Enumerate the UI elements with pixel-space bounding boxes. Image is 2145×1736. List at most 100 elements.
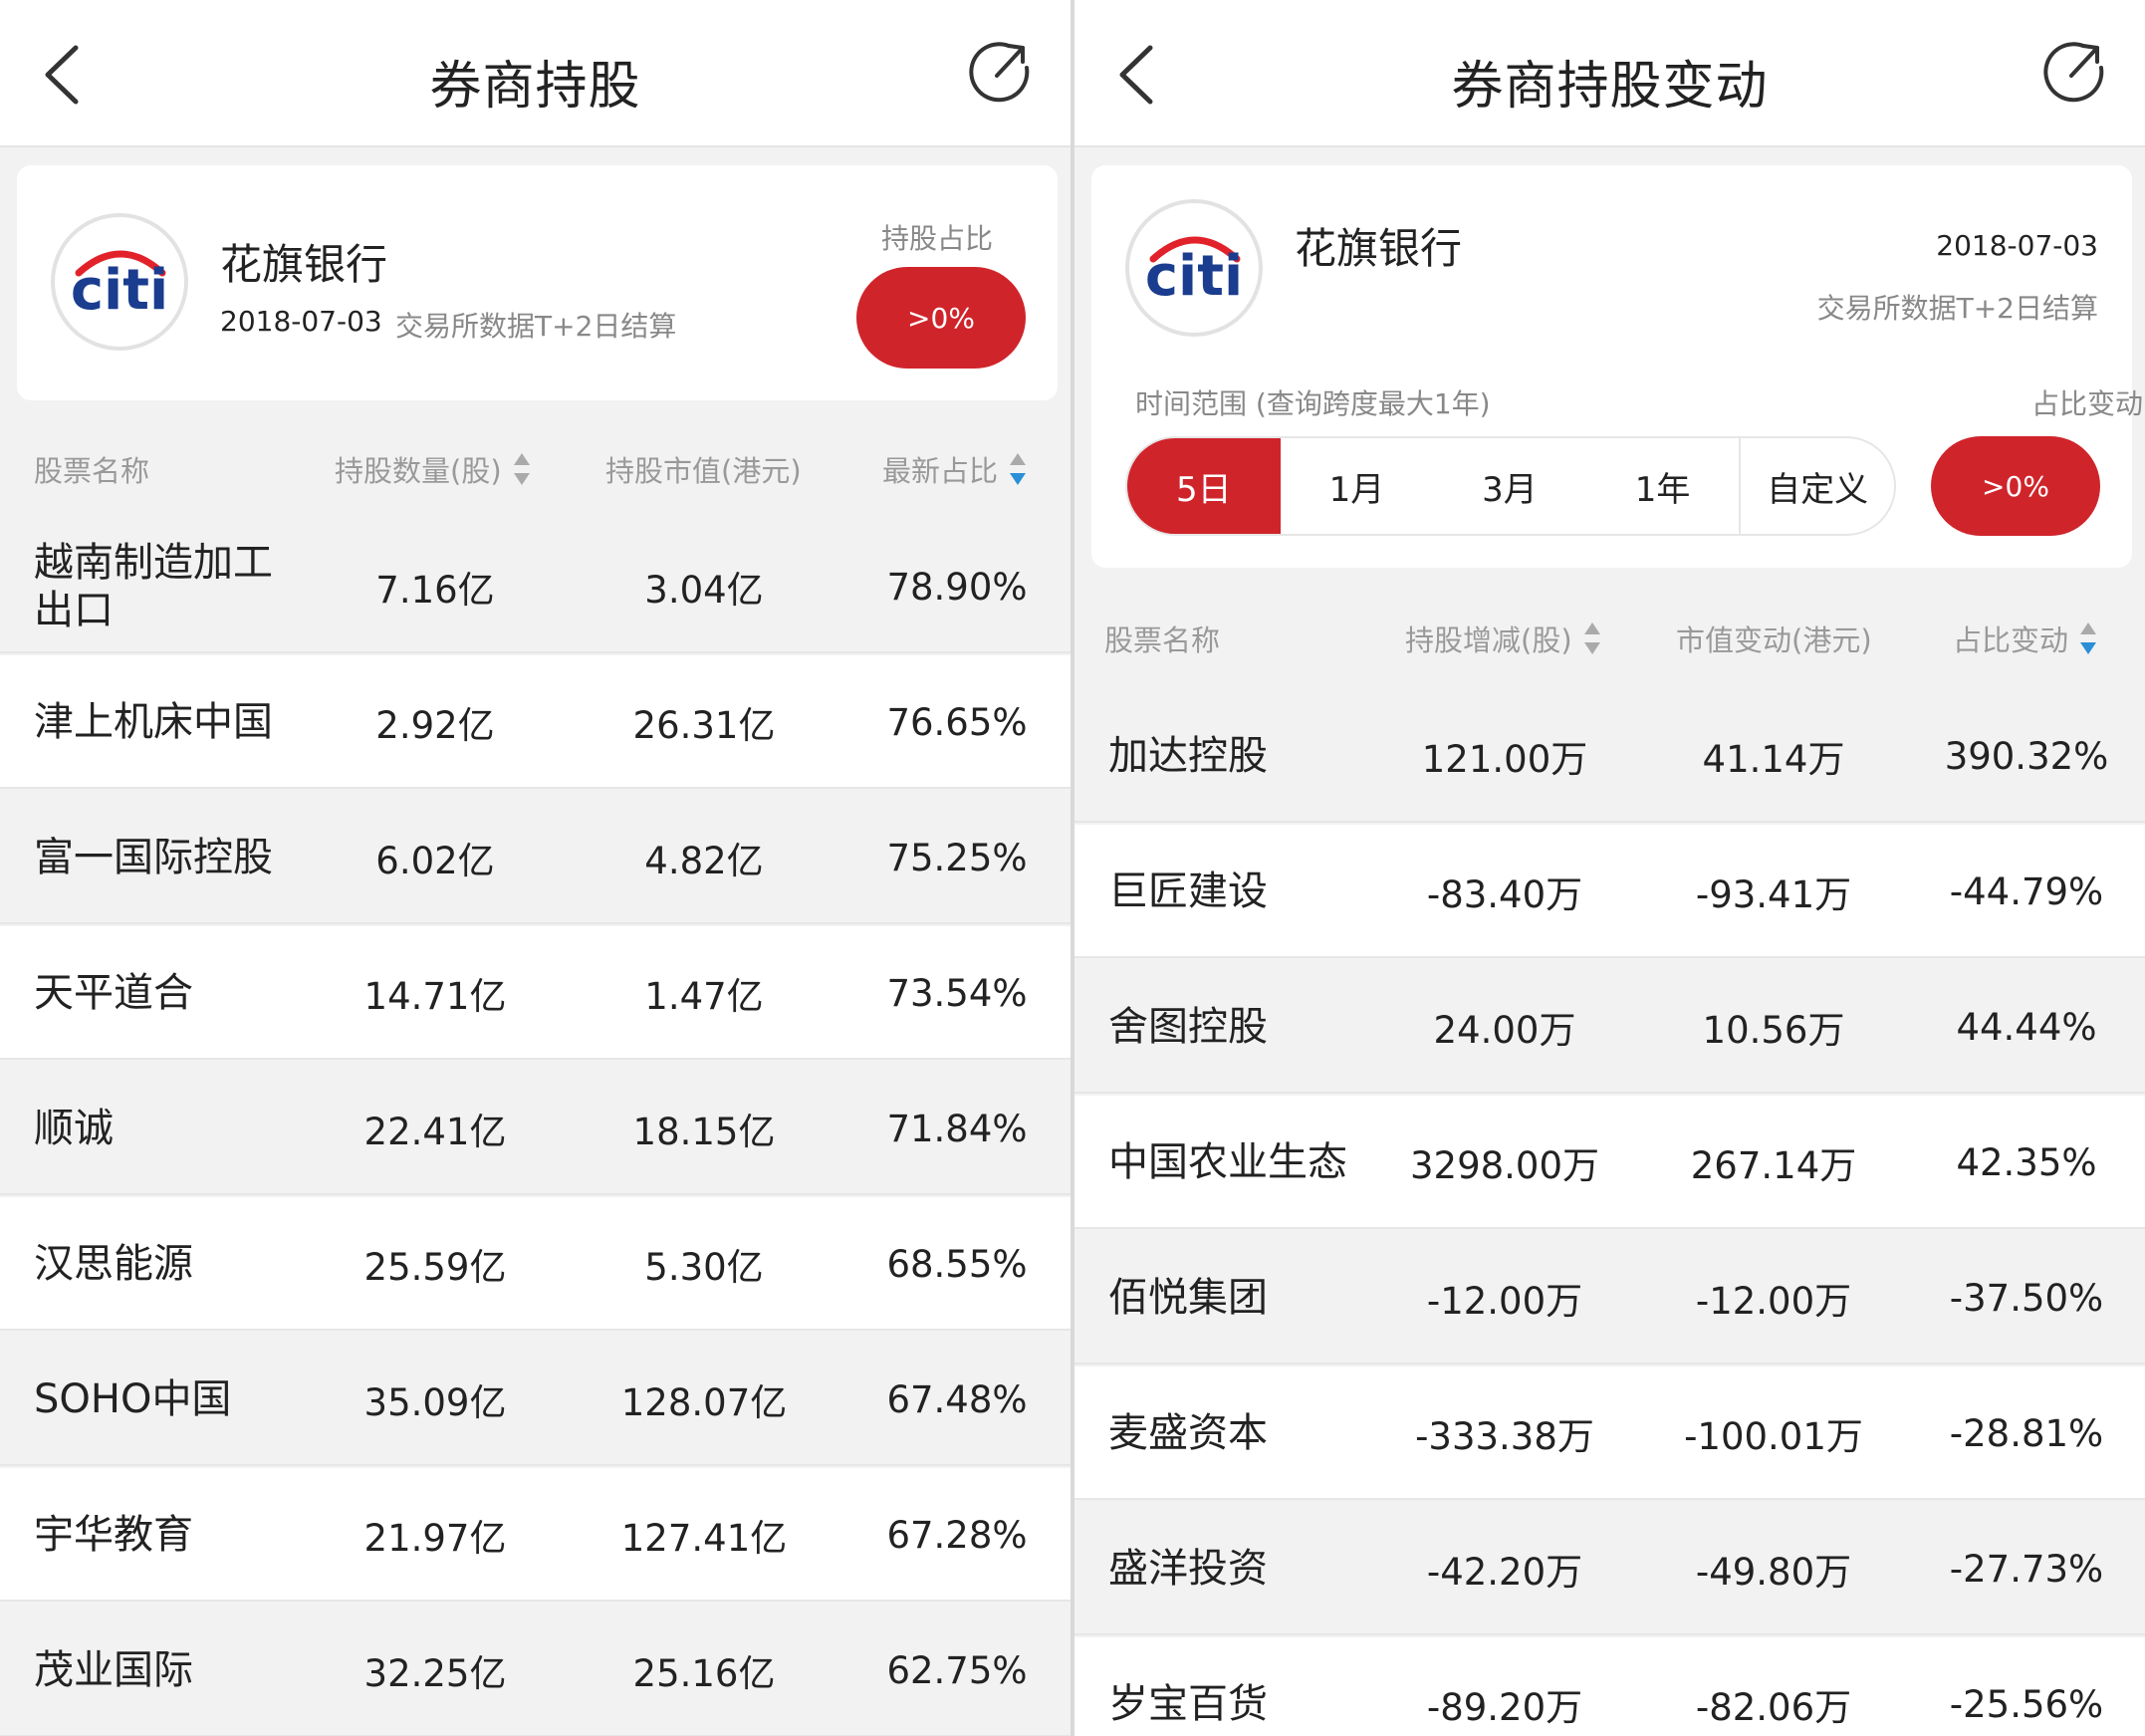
table-row[interactable]: 顺诚 22.41亿 18.15亿 71.84% <box>0 1062 1071 1195</box>
data-date: 2018-07-03 <box>220 305 382 338</box>
column-header-share-count[interactable]: 持股数量(股) <box>335 448 530 490</box>
ratio-change-filter-button[interactable]: >0% <box>1931 436 2100 536</box>
settlement-note: 交易所数据T+2日结算 <box>395 310 677 343</box>
latest-ratio: 75.25% <box>886 836 1028 879</box>
market-value: 128.07亿 <box>620 1381 788 1424</box>
share-icon <box>2043 42 2104 103</box>
table-row[interactable]: 越南制造加工出口 7.16亿 3.04亿 78.90% <box>0 520 1071 653</box>
value-change: 41.14万 <box>1702 738 1845 781</box>
stock-name: 盛洋投资 <box>1108 1546 1268 1592</box>
share-icon <box>969 42 1030 103</box>
ratio-change: 390.32% <box>1944 734 2109 778</box>
ratio-change: -44.79% <box>1949 869 2104 913</box>
table-row[interactable]: 天平道合 14.71亿 1.47亿 73.54% <box>0 926 1071 1060</box>
column-header-latest-ratio[interactable]: 最新占比 <box>882 448 1027 490</box>
share-change: 24.00万 <box>1433 1009 1576 1052</box>
broker-holding-changes-screen: 券商持股变动 citi 花旗银行 2018-07-03 交易所数据T+2日结算 … <box>1074 0 2145 1736</box>
share-count: 35.09亿 <box>363 1381 507 1424</box>
time-range-custom[interactable]: 自定义 <box>1739 438 1894 534</box>
share-button[interactable] <box>2039 38 2109 108</box>
time-range-label: 时间范围 (查询跨度最大1年) <box>1135 387 1491 420</box>
latest-ratio: 76.65% <box>886 700 1028 744</box>
page-title: 券商持股 <box>429 57 641 117</box>
ratio-change: 42.35% <box>1956 1140 2097 1184</box>
value-change: 10.56万 <box>1702 1009 1845 1052</box>
stock-name: 天平道合 <box>34 970 193 1016</box>
share-count: 7.16亿 <box>375 569 495 612</box>
column-header-ratio-change[interactable]: 占比变动 <box>1953 618 2097 659</box>
latest-ratio: 62.75% <box>886 1648 1028 1692</box>
time-range-5d[interactable]: 5日 <box>1127 438 1281 534</box>
table-row[interactable]: 宇华教育 21.97亿 127.41亿 67.28% <box>0 1468 1071 1602</box>
ratio-change: -28.81% <box>1949 1411 2104 1455</box>
table-header: 股票名称 持股增减(股) 市值变动(港元) 占比变动 <box>1074 588 2145 687</box>
market-value: 18.15亿 <box>632 1111 776 1153</box>
nav-header: 券商持股 <box>0 0 1071 147</box>
stock-name: 加达控股 <box>1108 733 1268 779</box>
sort-desc-active-icon <box>2080 620 2097 656</box>
holding-ratio-filter-button[interactable]: >0% <box>856 267 1026 369</box>
market-value: 4.82亿 <box>644 840 764 882</box>
table-row[interactable]: 加达控股 121.00万 41.14万 390.32% <box>1074 689 2145 823</box>
share-change: 121.00万 <box>1421 738 1588 781</box>
table-row[interactable]: 佰悦集团 -12.00万 -12.00万 -37.50% <box>1074 1231 2145 1364</box>
stock-name: SOHO中国 <box>34 1376 232 1422</box>
share-count: 22.41亿 <box>363 1111 507 1153</box>
table-row[interactable]: SOHO中国 35.09亿 128.07亿 67.48% <box>0 1333 1071 1466</box>
latest-ratio: 67.48% <box>886 1377 1028 1421</box>
stock-name: 舍图控股 <box>1108 1004 1268 1050</box>
broker-holdings-screen: 券商持股 citi 花旗银行 2018-07-03 交易所数据T+2日结算 持股… <box>0 0 1071 1736</box>
stock-name: 巨匠建设 <box>1108 868 1268 914</box>
table-row[interactable]: 巨匠建设 -83.40万 -93.41万 -44.79% <box>1074 825 2145 958</box>
table-row[interactable]: 麦盛资本 -333.38万 -100.01万 -28.81% <box>1074 1366 2145 1500</box>
stock-name: 越南制造加工出口 <box>34 540 273 633</box>
share-count: 21.97亿 <box>363 1517 507 1560</box>
share-change: 3298.00万 <box>1409 1144 1599 1187</box>
latest-ratio: 67.28% <box>886 1513 1028 1557</box>
time-range-1m[interactable]: 1月 <box>1281 438 1434 534</box>
page-title: 券商持股变动 <box>1451 57 1769 117</box>
broker-name: 花旗银行 <box>220 240 388 289</box>
stock-name: 茂业国际 <box>34 1647 193 1693</box>
market-value: 1.47亿 <box>644 975 764 1018</box>
time-range-3m[interactable]: 3月 <box>1433 438 1586 534</box>
holding-ratio-label: 持股占比 <box>881 222 994 255</box>
time-range-1y[interactable]: 1年 <box>1586 438 1740 534</box>
share-count: 32.25亿 <box>363 1652 507 1695</box>
citi-logo: citi <box>51 213 188 351</box>
sort-desc-active-icon <box>1010 451 1027 487</box>
citi-logo: citi <box>1125 199 1263 337</box>
table-row[interactable]: 舍图控股 24.00万 10.56万 44.44% <box>1074 960 2145 1094</box>
market-value: 26.31亿 <box>632 704 776 747</box>
share-count: 25.59亿 <box>363 1246 507 1289</box>
column-header-share-change[interactable]: 持股增减(股) <box>1405 618 1600 659</box>
column-header-stock-name: 股票名称 <box>34 454 150 488</box>
share-count: 6.02亿 <box>375 840 495 882</box>
table-row[interactable]: 岁宝百货 -89.20万 -82.06万 -25.56% <box>1074 1637 2145 1736</box>
value-change: -49.80万 <box>1695 1551 1852 1594</box>
table-row[interactable]: 盛洋投资 -42.20万 -49.80万 -27.73% <box>1074 1502 2145 1635</box>
value-change: -100.01万 <box>1684 1415 1863 1458</box>
broker-card: citi 花旗银行 2018-07-03 交易所数据T+2日结算 持股占比 >0… <box>17 165 1058 400</box>
stock-name: 宇华教育 <box>34 1512 193 1558</box>
table-row[interactable]: 中国农业生态 3298.00万 267.14万 42.35% <box>1074 1096 2145 1229</box>
ratio-change: -37.50% <box>1949 1276 2104 1320</box>
table-row[interactable]: 汉思能源 25.59亿 5.30亿 68.55% <box>0 1197 1071 1331</box>
table-row[interactable]: 茂业国际 32.25亿 25.16亿 62.75% <box>0 1604 1071 1736</box>
stock-name: 富一国际控股 <box>34 835 273 880</box>
latest-ratio: 78.90% <box>886 565 1028 609</box>
stock-name: 顺诚 <box>34 1106 114 1151</box>
broker-card: citi 花旗银行 2018-07-03 交易所数据T+2日结算 时间范围 (查… <box>1091 165 2143 568</box>
ratio-change: -27.73% <box>1949 1547 2104 1591</box>
share-change: -12.00万 <box>1426 1280 1583 1323</box>
sort-icon <box>513 451 530 487</box>
market-value: 5.30亿 <box>644 1246 764 1289</box>
logo-text: citi <box>1145 244 1243 309</box>
settlement-note: 交易所数据T+2日结算 <box>1816 292 2098 325</box>
share-change: -83.40万 <box>1426 873 1583 916</box>
share-button[interactable] <box>965 38 1035 108</box>
table-row[interactable]: 富一国际控股 6.02亿 4.82亿 75.25% <box>0 791 1071 924</box>
share-count: 2.92亿 <box>375 704 495 747</box>
table-row[interactable]: 津上机床中国 2.92亿 26.31亿 76.65% <box>0 655 1071 789</box>
value-change: -93.41万 <box>1695 873 1852 916</box>
